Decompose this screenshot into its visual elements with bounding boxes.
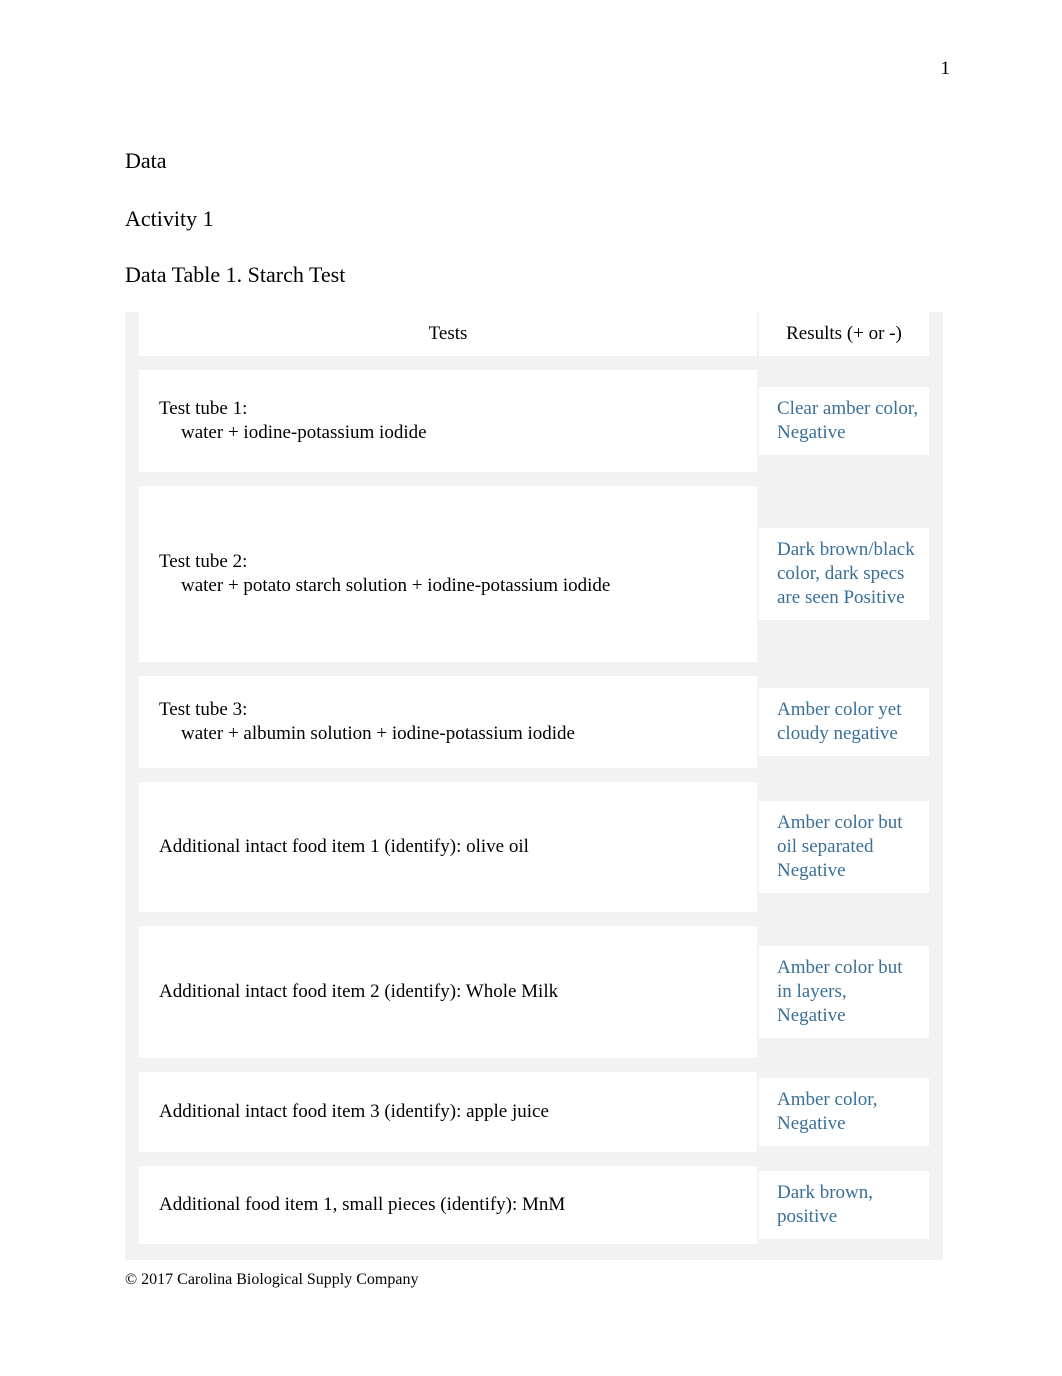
edge-cell	[929, 926, 943, 1058]
test-description: Test tube 3: water + albumin solution + …	[139, 676, 757, 768]
table-row: Additional intact food item 3 (identify)…	[125, 1072, 943, 1152]
header-results-label: Results (+ or -)	[759, 312, 929, 356]
edge-cell	[929, 676, 943, 768]
test-description-cell: Additional intact food item 1 (identify)…	[139, 782, 757, 912]
table-row: Test tube 1: water + iodine-potassium io…	[125, 370, 943, 472]
test-description: Additional intact food item 1 (identify)…	[139, 782, 757, 912]
test-line-1: Test tube 3:	[159, 699, 248, 720]
data-table-1: Tests Results (+ or -) Test tube 1: wate…	[125, 312, 943, 1260]
result-cell: Dark brown/black color, dark specs are s…	[759, 486, 929, 662]
page-title: Data	[125, 148, 167, 173]
row-separator	[125, 912, 943, 926]
test-description-cell: Test tube 3: water + albumin solution + …	[139, 676, 757, 768]
edge-cell	[929, 782, 943, 912]
data-table-wrapper: Tests Results (+ or -) Test tube 1: wate…	[125, 312, 943, 1260]
result-cell: Amber color yet cloudy negative	[759, 676, 929, 768]
test-line-2: water + potato starch solution + iodine-…	[181, 575, 611, 596]
row-separator	[125, 662, 943, 676]
edge-cell	[125, 926, 139, 1058]
document-content: Data Activity 1 Data Table 1. Starch Tes…	[125, 148, 943, 1260]
edge-cell	[929, 1166, 943, 1244]
result-cell: Clear amber color, Negative	[759, 370, 929, 472]
header-cell-results: Results (+ or -)	[759, 312, 929, 356]
test-description-cell: Additional intact food item 2 (identify)…	[139, 926, 757, 1058]
edge-cell	[125, 1072, 139, 1152]
edge-cell	[125, 370, 139, 472]
test-description: Additional food item 1, small pieces (id…	[139, 1166, 757, 1244]
edge-cell	[125, 1166, 139, 1244]
result-cell: Amber color but oil separated Negative	[759, 782, 929, 912]
test-line-1: Additional intact food item 2 (identify)…	[159, 981, 559, 1002]
edge-cell	[125, 312, 139, 356]
result-cell: Amber color but in layers, Negative	[759, 926, 929, 1058]
edge-cell	[929, 1072, 943, 1152]
result-text: Amber color but in layers, Negative	[759, 946, 929, 1038]
header-cell-tests: Tests	[139, 312, 757, 356]
header-tests-label: Tests	[139, 312, 757, 356]
test-line-1: Test tube 2:	[159, 551, 248, 572]
result-text: Clear amber color, Negative	[759, 387, 929, 455]
result-text: Dark brown, positive	[759, 1171, 929, 1239]
edge-cell	[929, 486, 943, 662]
document-page: 1 Data Activity 1 Data Table 1. Starch T…	[0, 0, 1062, 1376]
table-row: Test tube 3: water + albumin solution + …	[125, 676, 943, 768]
test-description: Additional intact food item 3 (identify)…	[139, 1072, 757, 1152]
result-cell: Amber color, Negative	[759, 1072, 929, 1152]
row-separator	[125, 1058, 943, 1072]
table-title: Data Table 1. Starch Test	[125, 262, 346, 287]
table-row: Additional food item 1, small pieces (id…	[125, 1166, 943, 1244]
row-separator	[125, 356, 943, 370]
edge-cell	[125, 676, 139, 768]
test-description: Test tube 1: water + iodine-potassium io…	[139, 370, 757, 472]
edge-cell	[125, 486, 139, 662]
result-text: Amber color yet cloudy negative	[759, 688, 929, 756]
edge-cell	[929, 312, 943, 356]
result-cell: Dark brown, positive	[759, 1166, 929, 1244]
activity-heading: Activity 1	[125, 206, 214, 231]
test-line-2: water + albumin solution + iodine-potass…	[181, 723, 575, 744]
test-description: Additional intact food item 2 (identify)…	[139, 926, 757, 1058]
test-description-cell: Additional intact food item 3 (identify)…	[139, 1072, 757, 1152]
table-row: Additional intact food item 2 (identify)…	[125, 926, 943, 1058]
table-row: Additional intact food item 1 (identify)…	[125, 782, 943, 912]
test-line-2: water + iodine-potassium iodide	[181, 422, 427, 443]
test-description-cell: Additional food item 1, small pieces (id…	[139, 1166, 757, 1244]
copyright-footer: © 2017 Carolina Biological Supply Compan…	[125, 1271, 419, 1288]
row-separator	[125, 768, 943, 782]
table-row: Test tube 2: water + potato starch solut…	[125, 486, 943, 662]
result-text: Dark brown/black color, dark specs are s…	[759, 528, 929, 620]
test-line-1: Additional food item 1, small pieces (id…	[159, 1194, 566, 1215]
test-description: Test tube 2: water + potato starch solut…	[139, 486, 757, 662]
row-separator	[125, 472, 943, 486]
test-line-1: Additional intact food item 3 (identify)…	[159, 1101, 549, 1122]
test-line-1: Additional intact food item 1 (identify)…	[159, 836, 529, 857]
row-separator	[125, 1152, 943, 1166]
table-header-row: Tests Results (+ or -)	[125, 312, 943, 356]
test-description-cell: Test tube 2: water + potato starch solut…	[139, 486, 757, 662]
result-text: Amber color but oil separated Negative	[759, 801, 929, 893]
test-line-1: Test tube 1:	[159, 398, 248, 419]
result-text: Amber color, Negative	[759, 1078, 929, 1146]
test-description-cell: Test tube 1: water + iodine-potassium io…	[139, 370, 757, 472]
edge-cell	[929, 370, 943, 472]
row-separator	[125, 1244, 943, 1260]
page-number: 1	[940, 58, 951, 79]
edge-cell	[125, 782, 139, 912]
